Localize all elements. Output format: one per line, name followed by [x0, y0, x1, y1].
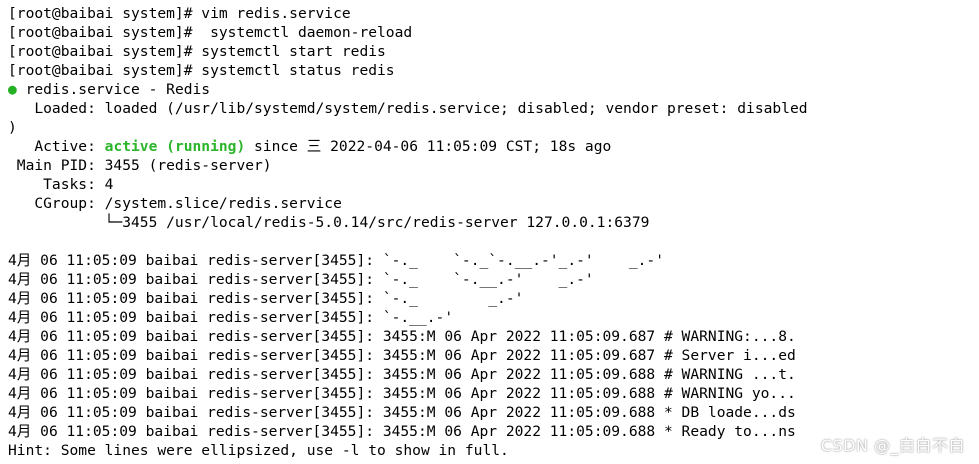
csdn-watermark: CSDN @_白白不白 [820, 436, 965, 455]
log-line: 4月 06 11:05:09 baibai redis-server[3455]… [8, 271, 594, 288]
active-status-line: Active: active (running) since 三 2022-04… [8, 137, 979, 156]
log-line: 4月 06 11:05:09 baibai redis-server[3455]… [8, 385, 796, 402]
active-since: since 三 2022-04-06 11:05:09 CST; 18s ago [245, 138, 612, 155]
log-line: 4月 06 11:05:09 baibai redis-server[3455]… [8, 347, 796, 364]
log-line: 4月 06 11:05:09 baibai redis-server[3455]… [8, 309, 454, 326]
active-state: active (running) [104, 138, 246, 155]
log-line: 4月 06 11:05:09 baibai redis-server[3455]… [8, 366, 796, 383]
terminal-line: Tasks: 4 [8, 176, 114, 193]
terminal-line: CGroup: /system.slice/redis.service [8, 195, 342, 212]
terminal-line: [root@baibai system]# vim redis.service [8, 5, 351, 22]
terminal-line: Loaded: loaded (/usr/lib/systemd/system/… [8, 100, 808, 117]
log-line: 4月 06 11:05:09 baibai redis-server[3455]… [8, 328, 796, 345]
terminal-line: ) [8, 119, 17, 136]
service-name: redis.service - Redis [16, 81, 211, 98]
terminal-line: └─3455 /usr/local/redis-5.0.14/src/redis… [8, 214, 650, 231]
log-line: 4月 06 11:05:09 baibai redis-server[3455]… [8, 290, 524, 307]
service-status-line: ● redis.service - Redis [8, 80, 979, 99]
terminal-line: Main PID: 3455 (redis-server) [8, 157, 272, 174]
terminal-line: [root@baibai system]# systemctl daemon-r… [8, 24, 413, 41]
terminal-line: [root@baibai system]# systemctl status r… [8, 62, 395, 79]
active-label: Active: [8, 138, 105, 155]
status-dot-icon: ● [8, 81, 17, 98]
terminal-output[interactable]: [root@baibai system]# vim redis.service … [8, 4, 979, 460]
log-line: 4月 06 11:05:09 baibai redis-server[3455]… [8, 404, 796, 421]
terminal-line: [root@baibai system]# systemctl start re… [8, 43, 386, 60]
log-line: 4月 06 11:05:09 baibai redis-server[3455]… [8, 252, 664, 269]
